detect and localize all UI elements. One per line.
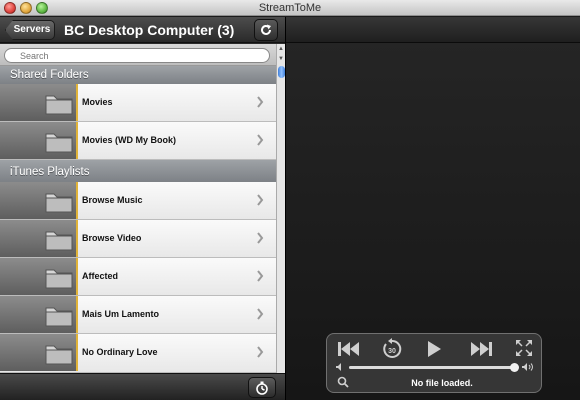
bottom-toolbar (0, 373, 285, 400)
folder-icon (45, 269, 73, 289)
list-item-label: Mais Um Lamento (82, 309, 160, 319)
search-input[interactable] (4, 48, 270, 63)
list-item-label: No Ordinary Love (82, 347, 158, 357)
seek-progress-fill (349, 366, 514, 369)
chevron-right-icon (257, 232, 264, 244)
servers-back-button[interactable]: Servers (5, 20, 55, 40)
timer-icon (256, 381, 268, 395)
scroll-down-arrow-icon[interactable]: ▼ (277, 56, 285, 62)
seek-slider-knob[interactable] (509, 363, 519, 372)
folder-icon (45, 307, 73, 327)
window-titlebar: StreamToMe (0, 0, 580, 16)
sleep-timer-button[interactable] (248, 377, 276, 398)
list-item[interactable]: Mais Um Lamento (0, 296, 276, 334)
close-window-button[interactable] (4, 2, 16, 14)
chevron-right-icon (257, 308, 264, 320)
player-status-text: No file loaded. (411, 378, 473, 388)
browser-pane: Servers BC Desktop Computer (3) Shared F… (0, 17, 285, 400)
folder-icon (45, 231, 73, 251)
fullscreen-icon[interactable] (515, 339, 533, 357)
play-icon[interactable] (425, 340, 443, 358)
list-item[interactable]: Browse Video (0, 220, 276, 258)
window-title: StreamToMe (258, 2, 322, 14)
section-header-itunes-playlists: iTunes Playlists (0, 160, 276, 182)
search-icon[interactable] (337, 376, 349, 388)
list-item[interactable]: Browse Music (0, 182, 276, 220)
folder-thumbnail (0, 220, 78, 257)
folder-icon (45, 95, 73, 115)
minimize-window-button[interactable] (20, 2, 32, 14)
volume-high-icon (522, 363, 533, 371)
vertical-scrollbar[interactable]: ▲ ▼ (276, 44, 285, 373)
zoom-window-button[interactable] (36, 2, 48, 14)
list-item-label: Affected (82, 271, 119, 281)
seek-slider[interactable] (349, 363, 519, 372)
list-item[interactable]: No Ordinary Love (0, 334, 276, 373)
folder-thumbnail (0, 84, 78, 121)
folder-icon (45, 193, 73, 213)
chevron-right-icon (257, 134, 264, 146)
list-item-label: Browse Music (82, 195, 143, 205)
list-item[interactable]: Affected (0, 258, 276, 296)
folder-thumbnail (0, 122, 78, 159)
page-title: BC Desktop Computer (3) (64, 22, 235, 38)
folder-thumbnail (0, 182, 78, 219)
rewind-30-icon[interactable]: 30 (381, 338, 403, 360)
section-header-shared-folders: Shared Folders (0, 66, 276, 84)
chevron-right-icon (257, 96, 264, 108)
player-controls: 30 No file loaded. (326, 333, 542, 393)
player-pane: 30 No file loaded. (285, 17, 580, 400)
skip-back-icon[interactable] (337, 340, 361, 358)
list-item-label: Browse Video (82, 233, 142, 243)
list-item-label: Movies (WD My Book) (82, 135, 177, 145)
skip-forward-icon[interactable] (469, 340, 493, 358)
navigation-bar: Servers BC Desktop Computer (3) (0, 17, 285, 43)
folder-icon (45, 133, 73, 153)
folder-thumbnail (0, 296, 78, 333)
folder-thumbnail (0, 334, 78, 371)
folder-thumbnail (0, 258, 78, 295)
player-topbar (286, 17, 580, 43)
refresh-icon (261, 24, 271, 35)
rewind-seconds-label: 30 (388, 348, 396, 355)
chevron-right-icon (257, 346, 264, 358)
list-item-label: Movies (82, 97, 113, 107)
list-item[interactable]: Movies (WD My Book) (0, 122, 276, 160)
refresh-button[interactable] (254, 19, 278, 41)
search-bar (0, 44, 276, 66)
volume-low-icon (336, 363, 341, 371)
folder-icon (45, 345, 73, 365)
list-item[interactable]: Movies (0, 84, 276, 122)
chevron-right-icon (257, 194, 264, 206)
scrollbar-thumb[interactable] (278, 66, 285, 78)
scroll-up-arrow-icon[interactable]: ▲ (277, 46, 285, 52)
window-controls (4, 2, 48, 14)
chevron-right-icon (257, 270, 264, 282)
